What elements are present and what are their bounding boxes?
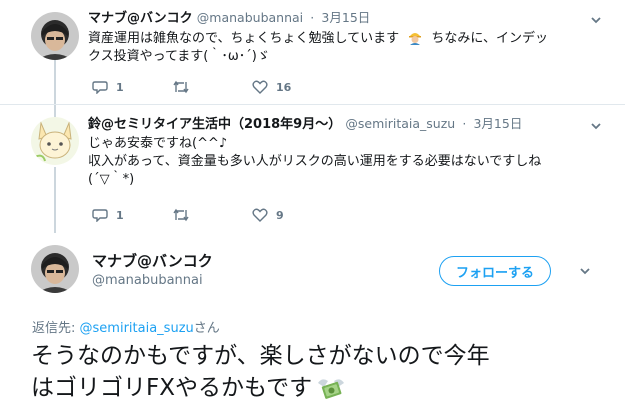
construction-worker-icon	[409, 33, 422, 45]
user-handle[interactable]: @manabubannai	[92, 273, 203, 288]
reply-count: 1	[116, 208, 124, 222]
tweet-date[interactable]: 3月15日	[321, 10, 370, 25]
like-count: 9	[276, 208, 284, 222]
main-tweet-text-line-b: はゴリゴリFXやるかもです	[31, 375, 313, 401]
avatar[interactable]	[31, 117, 79, 165]
retweet-button[interactable]	[172, 206, 198, 224]
like-button[interactable]: 16	[252, 78, 291, 96]
replying-label: 返信先:	[32, 321, 76, 336]
tweet-text-line: クス投資やってます(｀･ω･´)ゞ	[88, 49, 270, 64]
separator-dot: ·	[462, 116, 467, 131]
main-tweet-text: そうなのかもですが、楽しさがないので今年 はゴリゴリFXやるかもです	[31, 340, 611, 404]
tweet-text-line: じゃあ安泰ですね(^^♪	[88, 136, 228, 151]
display-name[interactable]: マナブ@バンコク	[88, 11, 193, 26]
avatar[interactable]	[31, 245, 79, 293]
separator-dot: ·	[310, 10, 315, 25]
replying-to: 返信先: @semiritaia_suzuさん	[32, 317, 220, 336]
chevron-down-icon[interactable]	[589, 119, 603, 133]
display-name[interactable]: 鈴@セミリタイア生活中（2018年9月～）	[88, 117, 341, 132]
tweet-text: 資産運用は雑魚なので、ちょくちょく勉強しています ちなみに、インデッ クス投資や…	[88, 29, 588, 66]
like-button[interactable]: 9	[252, 206, 284, 224]
reply-icon	[92, 209, 108, 222]
heart-icon	[252, 80, 268, 94]
tweet-text: じゃあ安泰ですね(^^♪ 収入があって、資金量も多い人がリスクの高い運用をする必…	[88, 135, 588, 189]
replying-suffix: さん	[193, 321, 220, 336]
main-tweet-text-line: はゴリゴリFXやるかもです	[31, 372, 611, 404]
tweet-text-line: (´▽｀*)	[88, 172, 135, 187]
reply-tweet[interactable]: 鈴@セミリタイア生活中（2018年9月～） @semiritaia_suzu ·…	[0, 105, 625, 233]
tweet-text-line-b: ちなみに、インデッ	[431, 31, 548, 46]
mention-link[interactable]: @semiritaia_suzu	[80, 321, 194, 336]
chevron-down-icon[interactable]	[578, 264, 592, 278]
reply-icon	[92, 81, 108, 94]
chevron-down-icon[interactable]	[589, 13, 603, 27]
reply-button[interactable]: 1	[92, 78, 124, 96]
retweet-icon	[173, 80, 189, 94]
user-handle[interactable]: @manabubannai	[197, 10, 303, 25]
thread-line	[54, 58, 56, 104]
follow-button[interactable]: フォローする	[439, 256, 551, 286]
avatar[interactable]	[31, 12, 79, 60]
retweet-icon	[173, 208, 189, 222]
tweet-header: マナブ@バンコク @manabubannai · 3月15日	[88, 9, 370, 28]
reply-tweet[interactable]: マナブ@バンコク @manabubannai · 3月15日 資産運用は雑魚なの…	[0, 0, 625, 104]
reply-count: 1	[116, 80, 124, 94]
thread-line	[54, 105, 56, 117]
display-name[interactable]: マナブ@バンコク	[92, 250, 213, 271]
thread-line	[54, 167, 56, 233]
money-with-wings-icon	[318, 379, 345, 399]
like-count: 16	[276, 80, 292, 94]
heart-icon	[252, 208, 268, 222]
tweet-text-line: 収入があって、資金量も多い人がリスクの高い運用をする必要はないですしね	[88, 154, 542, 169]
reply-button[interactable]: 1	[92, 206, 124, 224]
tweet-date[interactable]: 3月15日	[473, 116, 522, 131]
tweet-text-line: 資産運用は雑魚なので、ちょくちょく勉強しています ちなみに、インデッ	[88, 29, 588, 48]
user-handle[interactable]: @semiritaia_suzu	[345, 116, 455, 131]
tweet-text-line-a: 資産運用は雑魚なので、ちょくちょく勉強しています	[88, 31, 400, 46]
retweet-button[interactable]	[172, 78, 198, 96]
tweet-header: 鈴@セミリタイア生活中（2018年9月～） @semiritaia_suzu ·…	[88, 115, 522, 134]
main-tweet-text-line: そうなのかもですが、楽しさがないので今年	[31, 343, 490, 369]
